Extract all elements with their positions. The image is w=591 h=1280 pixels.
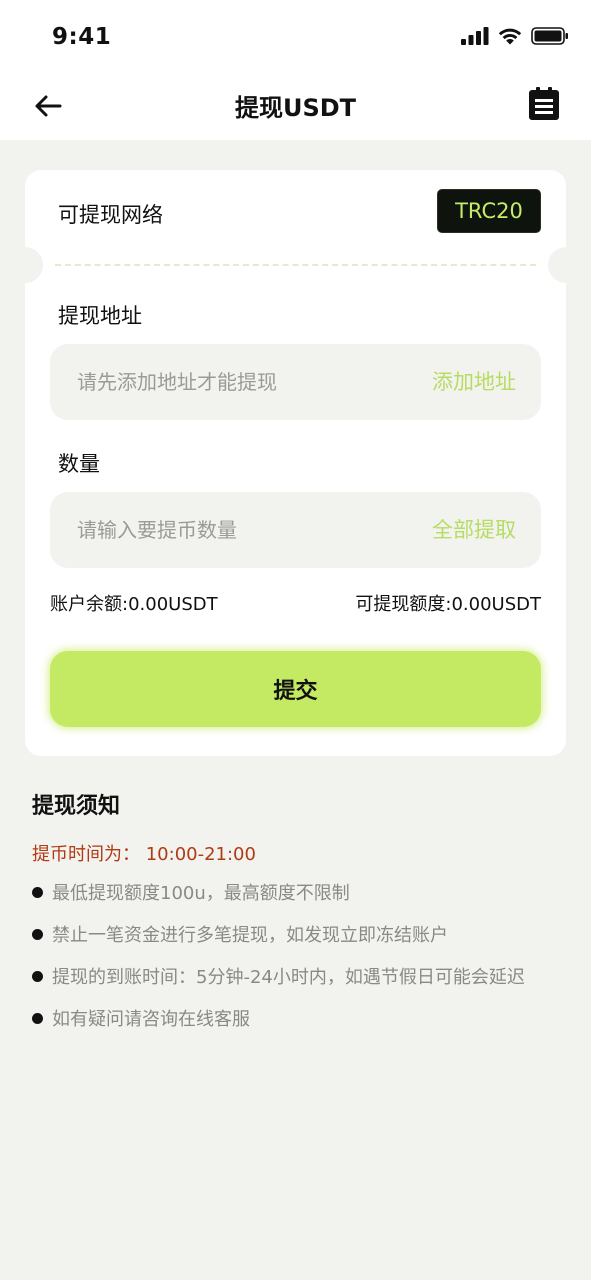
status-time: 9:41 xyxy=(52,24,112,50)
address-input[interactable] xyxy=(77,344,397,420)
notice-item-text: 提现的到账时间：5分钟-24小时内，如遇节假日可能会延迟 xyxy=(52,967,525,988)
list-item: 最低提现额度100u，最高额度不限制 xyxy=(32,880,552,908)
amount-input[interactable] xyxy=(77,492,397,568)
status-icons xyxy=(461,26,569,45)
network-badge[interactable]: TRC20 xyxy=(437,189,541,233)
wifi-icon xyxy=(498,28,522,45)
notice-list: 最低提现额度100u，最高额度不限制 禁止一笔资金进行多笔提现，如发现立即冻结账… xyxy=(32,880,552,1048)
balance-row: 账户余额:0.00USDT 可提现额度:0.00USDT xyxy=(50,590,541,616)
dashed-divider xyxy=(55,264,536,266)
bullet-icon xyxy=(32,1013,43,1024)
status-bar: 9:41 xyxy=(0,0,591,70)
notice-item-text: 最低提现额度100u，最高额度不限制 xyxy=(52,883,350,904)
signal-icon xyxy=(461,26,489,45)
notice-time: 提币时间为： 10:00-21:00 xyxy=(32,844,256,865)
amount-label: 数量 xyxy=(58,452,100,476)
account-balance: 账户余额:0.00USDT xyxy=(50,594,218,615)
notice-item-text: 如有疑问请咨询在线客服 xyxy=(52,1009,250,1030)
battery-icon xyxy=(531,26,568,45)
record-list-icon xyxy=(529,87,559,120)
network-label: 可提现网络 xyxy=(58,203,163,227)
notice-item-text: 禁止一笔资金进行多笔提现，如发现立即冻结账户 xyxy=(52,925,448,946)
card-notch-right xyxy=(548,247,584,283)
withdraw-limit: 可提现额度:0.00USDT xyxy=(355,594,541,615)
card-notch-left xyxy=(7,247,43,283)
list-item: 如有疑问请咨询在线客服 xyxy=(32,1006,552,1034)
list-item: 提现的到账时间：5分钟-24小时内，如遇节假日可能会延迟 xyxy=(32,964,552,992)
nav-bar: 提现USDT xyxy=(0,70,591,140)
address-field: 添加地址 xyxy=(50,344,541,420)
list-item: 禁止一笔资金进行多笔提现，如发现立即冻结账户 xyxy=(32,922,552,950)
withdraw-form-card: 可提现网络 TRC20 提现地址 添加地址 数量 全部提取 账户余额:0.00U… xyxy=(7,170,584,756)
add-address-button[interactable]: 添加地址 xyxy=(432,344,516,420)
amount-field: 全部提取 xyxy=(50,492,541,568)
notice-title: 提现须知 xyxy=(32,794,121,819)
bullet-icon xyxy=(32,971,43,982)
bullet-icon xyxy=(32,887,43,898)
submit-button[interactable]: 提交 xyxy=(50,651,541,727)
withdraw-records-button[interactable] xyxy=(525,84,563,124)
address-label: 提现地址 xyxy=(58,304,142,328)
bullet-icon xyxy=(32,929,43,940)
page-title: 提现USDT xyxy=(234,94,357,122)
withdraw-all-button[interactable]: 全部提取 xyxy=(432,492,516,568)
